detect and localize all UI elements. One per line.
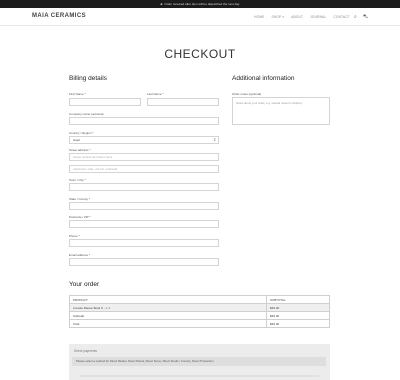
order-title: Your order bbox=[69, 281, 100, 288]
first-name-input[interactable] bbox=[69, 98, 141, 106]
subtotal-cell: $69.00 bbox=[266, 303, 330, 312]
product-column-header: PRODUCT bbox=[69, 295, 267, 304]
table-row: Subtotal $69.00 bbox=[69, 311, 330, 320]
subtotal-label: Subtotal bbox=[69, 311, 267, 320]
town-label: Town / City * bbox=[69, 178, 86, 182]
company-input[interactable] bbox=[69, 117, 219, 125]
street2-input[interactable]: Apartment, suite, unit etc. (optional) bbox=[69, 165, 219, 173]
select-arrows-icon: ⇕ bbox=[213, 137, 217, 142]
street-label: Street address * bbox=[69, 148, 91, 152]
product-cell: Lunette Mauve Bowl S - × 1 bbox=[69, 303, 267, 312]
nav-shop[interactable]: SHOP ▾ bbox=[271, 15, 284, 19]
payment-method-title: Direct payments bbox=[74, 349, 98, 353]
announcement-text: Order received after 4pm will be dispatc… bbox=[164, 2, 240, 6]
cart-icon[interactable]: ⛍ bbox=[363, 14, 368, 21]
site-logo[interactable]: MAIA CERAMICS bbox=[32, 13, 86, 19]
payment-notice: Please select a method for Direct Market… bbox=[72, 357, 326, 366]
table-row: Lunette Mauve Bowl S - × 1 $69.00 bbox=[69, 303, 330, 312]
truck-icon: ■ bbox=[160, 2, 163, 6]
phone-label: Phone * bbox=[69, 234, 80, 238]
additional-title: Additional information bbox=[232, 75, 295, 82]
total-value: $69.00 bbox=[266, 319, 330, 328]
country-label: Country / Region * bbox=[69, 131, 94, 135]
postcode-input[interactable] bbox=[69, 220, 219, 228]
state-input[interactable] bbox=[69, 202, 219, 210]
payment-divider bbox=[79, 375, 319, 377]
site-header: MAIA CERAMICS HOME SHOP ▾ ABOUT JOURNAL … bbox=[0, 8, 400, 26]
total-label: Total bbox=[69, 319, 267, 328]
subtotal-value: $69.00 bbox=[266, 311, 330, 320]
announcement-bar: ■ Order received after 4pm will be dispa… bbox=[0, 0, 400, 8]
billing-title: Billing details bbox=[69, 75, 107, 82]
payment-section: Direct payments Please select a method f… bbox=[69, 344, 330, 380]
email-label: Email address * bbox=[69, 253, 91, 257]
order-table-header: PRODUCT SUBTOTAL bbox=[69, 295, 330, 304]
order-notes-label: Order notes (optional) bbox=[232, 92, 262, 96]
order-table: PRODUCT SUBTOTAL Lunette Mauve Bowl S - … bbox=[69, 295, 330, 328]
page-title: CHECKOUT bbox=[164, 47, 236, 61]
search-icon[interactable]: ⌕ bbox=[354, 14, 357, 20]
phone-input[interactable] bbox=[69, 239, 219, 247]
street-input[interactable]: House number and street name bbox=[69, 153, 219, 161]
company-label: Company name (optional) bbox=[69, 112, 104, 116]
main-nav: HOME SHOP ▾ ABOUT JOURNAL CONTACT bbox=[254, 15, 350, 19]
subtotal-column-header: SUBTOTAL bbox=[266, 295, 330, 304]
town-input[interactable] bbox=[69, 183, 219, 191]
table-row: Total $69.00 bbox=[69, 319, 330, 328]
state-label: State / County * bbox=[69, 197, 91, 201]
postcode-label: Postcode / ZIP * bbox=[69, 215, 91, 219]
last-name-label: Last Name * bbox=[147, 92, 164, 96]
nav-about[interactable]: ABOUT bbox=[291, 15, 303, 19]
order-notes-textarea[interactable]: Notes about your order, e.g. special not… bbox=[232, 97, 330, 125]
first-name-label: First Name * bbox=[69, 92, 86, 96]
email-input[interactable] bbox=[69, 258, 219, 266]
nav-home[interactable]: HOME bbox=[254, 15, 264, 19]
nav-journal[interactable]: JOURNAL bbox=[310, 15, 326, 19]
nav-contact[interactable]: CONTACT bbox=[333, 15, 350, 19]
country-select[interactable]: Israel bbox=[69, 136, 219, 144]
last-name-input[interactable] bbox=[147, 98, 219, 106]
